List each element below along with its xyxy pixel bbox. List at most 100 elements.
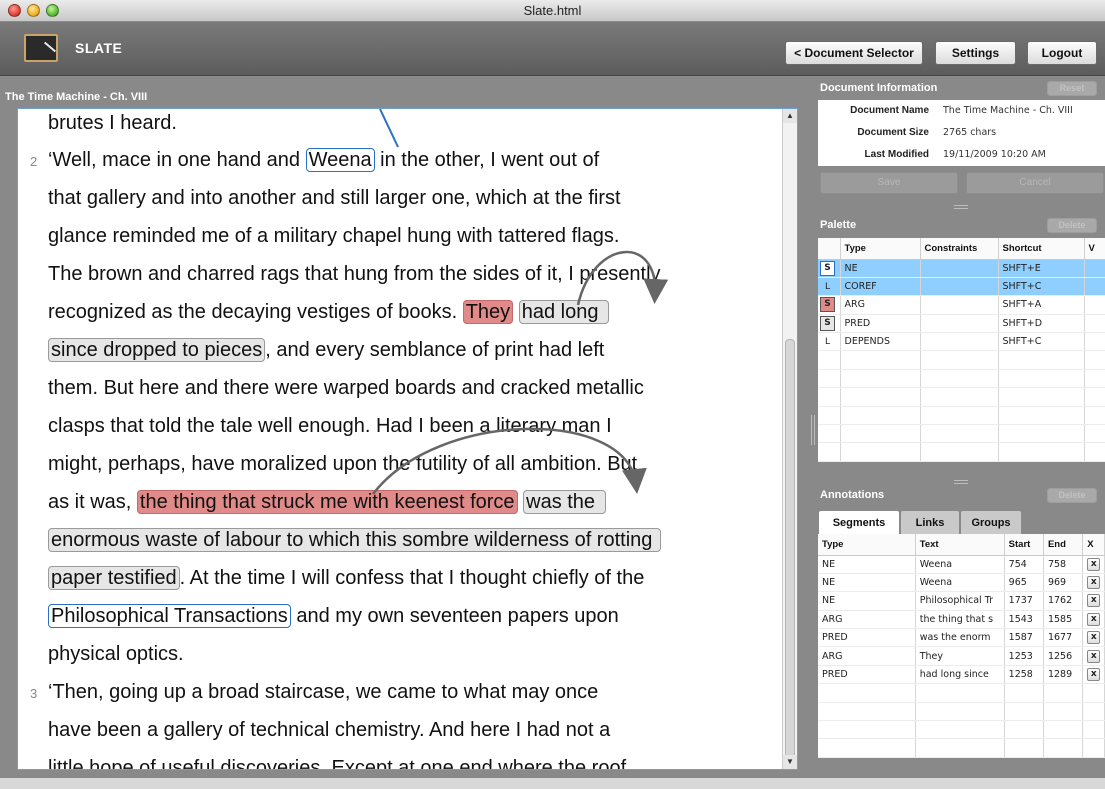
- scrollbar-thumb[interactable]: [785, 339, 795, 759]
- palette-delete-button[interactable]: Delete: [1047, 218, 1097, 233]
- annotations-delete-button[interactable]: Delete: [1047, 488, 1097, 503]
- anno-start: 1737: [1004, 591, 1044, 611]
- annotation-row[interactable]: ARG the thing that s 1543 1585 x: [818, 610, 1105, 630]
- document-editor[interactable]: brutes I heard. 2 ‘Well, mace in one han…: [17, 108, 798, 770]
- anno-type: ARG: [818, 646, 916, 666]
- link-kind-icon: L: [824, 337, 830, 348]
- delete-annotation-button[interactable]: x: [1087, 631, 1101, 645]
- delete-annotation-button[interactable]: x: [1087, 557, 1101, 571]
- document-selector-button[interactable]: < Document Selector: [785, 41, 923, 65]
- minimize-window-button[interactable]: [27, 4, 40, 17]
- scroll-up-arrow-icon[interactable]: ▲: [783, 109, 797, 123]
- panel-resize-handle[interactable]: [954, 205, 968, 209]
- info-key: Document Size: [857, 127, 929, 138]
- annotation-empty-row: [818, 683, 1105, 703]
- delete-annotation-button[interactable]: x: [1087, 668, 1101, 682]
- palette-empty-row: [818, 387, 1105, 407]
- close-window-button[interactable]: [8, 4, 21, 17]
- palette-constraints: [920, 259, 999, 278]
- delete-annotation-button[interactable]: x: [1087, 576, 1101, 590]
- palette-visible-cell[interactable]: [1084, 277, 1105, 297]
- anno-text: Weena: [915, 573, 1005, 593]
- anno-type: ARG: [818, 610, 916, 630]
- anno-start: 965: [1004, 573, 1044, 593]
- palette-col-visible[interactable]: V: [1084, 238, 1105, 260]
- anno-end: 758: [1043, 555, 1084, 574]
- document-info-box: Document Name The Time Machine - Ch. VII…: [818, 100, 1105, 166]
- cancel-button[interactable]: Cancel: [966, 172, 1104, 194]
- palette-constraints: [920, 314, 999, 334]
- palette-col-shortcut[interactable]: Shortcut: [998, 238, 1085, 260]
- annotation-row[interactable]: NE Weena 754 758 x: [818, 555, 1105, 574]
- anno-col-text[interactable]: Text: [915, 534, 1005, 556]
- annotation-empty-row: [818, 738, 1105, 758]
- anno-col-end[interactable]: End: [1043, 534, 1084, 556]
- annotation-row[interactable]: NE Weena 965 969 x: [818, 573, 1105, 593]
- delete-annotation-button[interactable]: x: [1087, 594, 1101, 608]
- anno-start: 754: [1004, 555, 1044, 574]
- anno-end: 1289: [1043, 665, 1084, 685]
- scroll-down-arrow-icon[interactable]: ▼: [783, 755, 797, 769]
- info-key: Document Name: [850, 105, 929, 116]
- anno-type: NE: [818, 555, 916, 574]
- anno-col-type[interactable]: Type: [818, 534, 916, 556]
- window-title: Slate.html: [523, 3, 582, 18]
- info-value: 19/11/2009 10:20 AM: [943, 149, 1046, 160]
- depends-link-arrow: [372, 427, 647, 495]
- section-title-text: Palette: [820, 219, 857, 231]
- palette-col-type[interactable]: Type: [840, 238, 921, 260]
- palette-row-coref[interactable]: L COREF SHFT+C: [818, 277, 1105, 297]
- anno-col-start[interactable]: Start: [1004, 534, 1044, 556]
- palette-type: PRED: [840, 314, 921, 334]
- annotation-row[interactable]: PRED had long since 1258 1289 x: [818, 665, 1105, 685]
- delete-annotation-button[interactable]: x: [1087, 649, 1101, 663]
- palette-visible-cell[interactable]: [1084, 332, 1105, 352]
- anno-start: 1543: [1004, 610, 1044, 630]
- anno-text: They: [915, 646, 1005, 666]
- settings-button[interactable]: Settings: [935, 41, 1016, 65]
- annotation-row[interactable]: PRED was the enorm 1587 1677 x: [818, 628, 1105, 648]
- link-kind-icon: L: [824, 282, 830, 293]
- anno-type: NE: [818, 591, 916, 611]
- tab-groups[interactable]: Groups: [960, 510, 1022, 534]
- segment-kind-icon: S: [820, 315, 835, 331]
- palette-col-constraints[interactable]: Constraints: [920, 238, 999, 260]
- document-title: The Time Machine - Ch. VIII: [5, 91, 148, 103]
- palette-row-ne[interactable]: S NE SHFT+E: [818, 259, 1105, 278]
- document-scrollbar[interactable]: ▲ ▼: [782, 109, 797, 769]
- palette-visible-cell[interactable]: [1084, 259, 1105, 278]
- window-titlebar: Slate.html: [0, 0, 1105, 22]
- anno-text: Weena: [915, 555, 1005, 574]
- palette-type: COREF: [840, 277, 921, 297]
- save-button[interactable]: Save: [820, 172, 958, 194]
- tab-links[interactable]: Links: [900, 510, 960, 534]
- info-value: The Time Machine - Ch. VIII: [943, 105, 1073, 116]
- palette-visible-cell[interactable]: [1084, 314, 1105, 334]
- palette-type: DEPENDS: [840, 332, 921, 352]
- info-key: Last Modified: [864, 149, 929, 160]
- vertical-split-handle[interactable]: [811, 415, 815, 445]
- palette-row-arg[interactable]: S ARG SHFT+A: [818, 295, 1105, 315]
- annotation-row[interactable]: ARG They 1253 1256 x: [818, 646, 1105, 666]
- anno-start: 1587: [1004, 628, 1044, 648]
- annotation-row[interactable]: NE Philosophical Tr 1737 1762 x: [818, 591, 1105, 611]
- reset-button[interactable]: Reset: [1047, 81, 1097, 96]
- palette-constraints: [920, 332, 999, 352]
- logout-button[interactable]: Logout: [1027, 41, 1097, 65]
- palette-title: Palette Delete: [818, 215, 1105, 235]
- panel-resize-handle[interactable]: [954, 480, 968, 484]
- delete-annotation-button[interactable]: x: [1087, 612, 1101, 626]
- annotation-empty-row: [818, 720, 1105, 740]
- palette-visible-cell[interactable]: [1084, 295, 1105, 315]
- segment-kind-icon: S: [820, 260, 835, 276]
- right-panel: Document Information Reset Document Name…: [818, 77, 1105, 789]
- anno-start: 1253: [1004, 646, 1044, 666]
- palette-constraints: [920, 277, 999, 297]
- segment-kind-icon: S: [820, 297, 835, 313]
- palette-row-pred[interactable]: S PRED SHFT+D: [818, 314, 1105, 334]
- info-value: 2765 chars: [943, 127, 997, 138]
- palette-row-depends[interactable]: L DEPENDS SHFT+C: [818, 332, 1105, 352]
- palette-empty-row: [818, 442, 1105, 462]
- zoom-window-button[interactable]: [46, 4, 59, 17]
- tab-segments[interactable]: Segments: [818, 510, 900, 534]
